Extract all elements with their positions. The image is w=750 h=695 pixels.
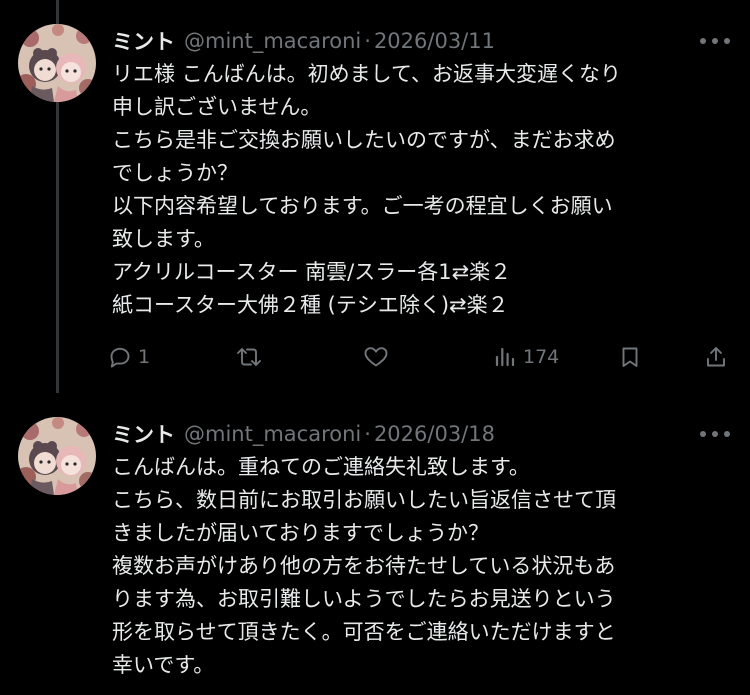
repost-button[interactable] [236, 340, 268, 374]
avatar-image [18, 24, 96, 102]
post-text-line: こちら、数日前にお取引お願いしたい旨返信させて頂 [112, 488, 616, 512]
user-handle[interactable]: @mint_macaroni [184, 422, 361, 446]
reply-count: 1 [138, 346, 151, 368]
post-header: ミント @mint_macaroni · 2026/03/18 [112, 419, 495, 449]
post-text-line: ります為、お取引難しいようでしたらお見送りという [112, 587, 616, 611]
view-count: 174 [523, 346, 560, 368]
avatar[interactable] [18, 417, 96, 495]
avatar[interactable] [18, 24, 96, 102]
heart-icon [364, 347, 388, 367]
post-text-line: 幸いです。 [112, 653, 215, 677]
reply-icon [110, 347, 130, 368]
separator-dot: · [364, 422, 371, 446]
display-name[interactable]: ミント [112, 419, 175, 449]
post-text-line: 複数お声がけあり他の方をお待たせしている状況もあ [112, 554, 616, 578]
bookmark-icon [622, 347, 638, 367]
post-text-line: 以下内容希望しております。ご一考の程宜しくお願い [112, 194, 613, 218]
views-button[interactable]: 174 [493, 340, 559, 374]
reply-button[interactable]: 1 [108, 340, 150, 374]
post-text-line: 形を取らせて頂きたく。可否をご連絡いただけますと [112, 620, 616, 644]
share-icon [707, 347, 725, 367]
reply-post-1[interactable]: ミント @mint_macaroni · 2026/03/11 リエ様 こんばん… [0, 0, 750, 393]
repost-icon [237, 348, 261, 366]
display-name[interactable]: ミント [112, 26, 175, 56]
reply-post-2[interactable]: ミント @mint_macaroni · 2026/03/18 こんばんは。重ね… [0, 393, 750, 695]
post-text: こんばんは。重ねてのご連絡失礼致します。 こちら、数日前にお取引お願いしたい旨返… [112, 451, 742, 682]
like-button[interactable] [363, 340, 395, 374]
post-text-line: 申し訳ございません。 [112, 95, 322, 119]
more-options-icon[interactable] [700, 33, 730, 49]
post-text-line: きましたが届いておりますでしょうか？ [112, 521, 489, 545]
post-text-line: 紙コースター大佛２種 (テシエ除く)⇄楽２ [112, 293, 509, 317]
post-text-line: アクリルコースター 南雲/スラー各1⇄楽２ [112, 260, 512, 284]
post-text-line: リエ様 こんばんは。初めまして、お返事大変遅くなり [112, 62, 621, 86]
post-text: リエ様 こんばんは。初めまして、お返事大変遅くなり 申し訳ございません。 こちら… [112, 58, 742, 322]
post-text-line: でしょうか？ [112, 161, 238, 185]
bookmark-button[interactable] [618, 340, 642, 374]
avatar-image [18, 417, 96, 495]
share-button[interactable] [704, 340, 728, 374]
post-text-line: こんばんは。重ねてのご連絡失礼致します。 [112, 455, 530, 479]
user-handle[interactable]: @mint_macaroni [184, 29, 361, 53]
post-date[interactable]: 2026/03/11 [374, 29, 495, 53]
action-bar: 1 174 [108, 340, 738, 374]
separator-dot: · [364, 29, 371, 53]
more-options-icon[interactable] [700, 426, 730, 442]
post-text-line: 致します。 [112, 227, 215, 251]
views-icon [495, 347, 515, 367]
post-header: ミント @mint_macaroni · 2026/03/11 [112, 26, 495, 56]
post-text-line: こちら是非ご交換お願いしたいのですが、まだお求め [112, 128, 616, 152]
post-date[interactable]: 2026/03/18 [374, 422, 495, 446]
